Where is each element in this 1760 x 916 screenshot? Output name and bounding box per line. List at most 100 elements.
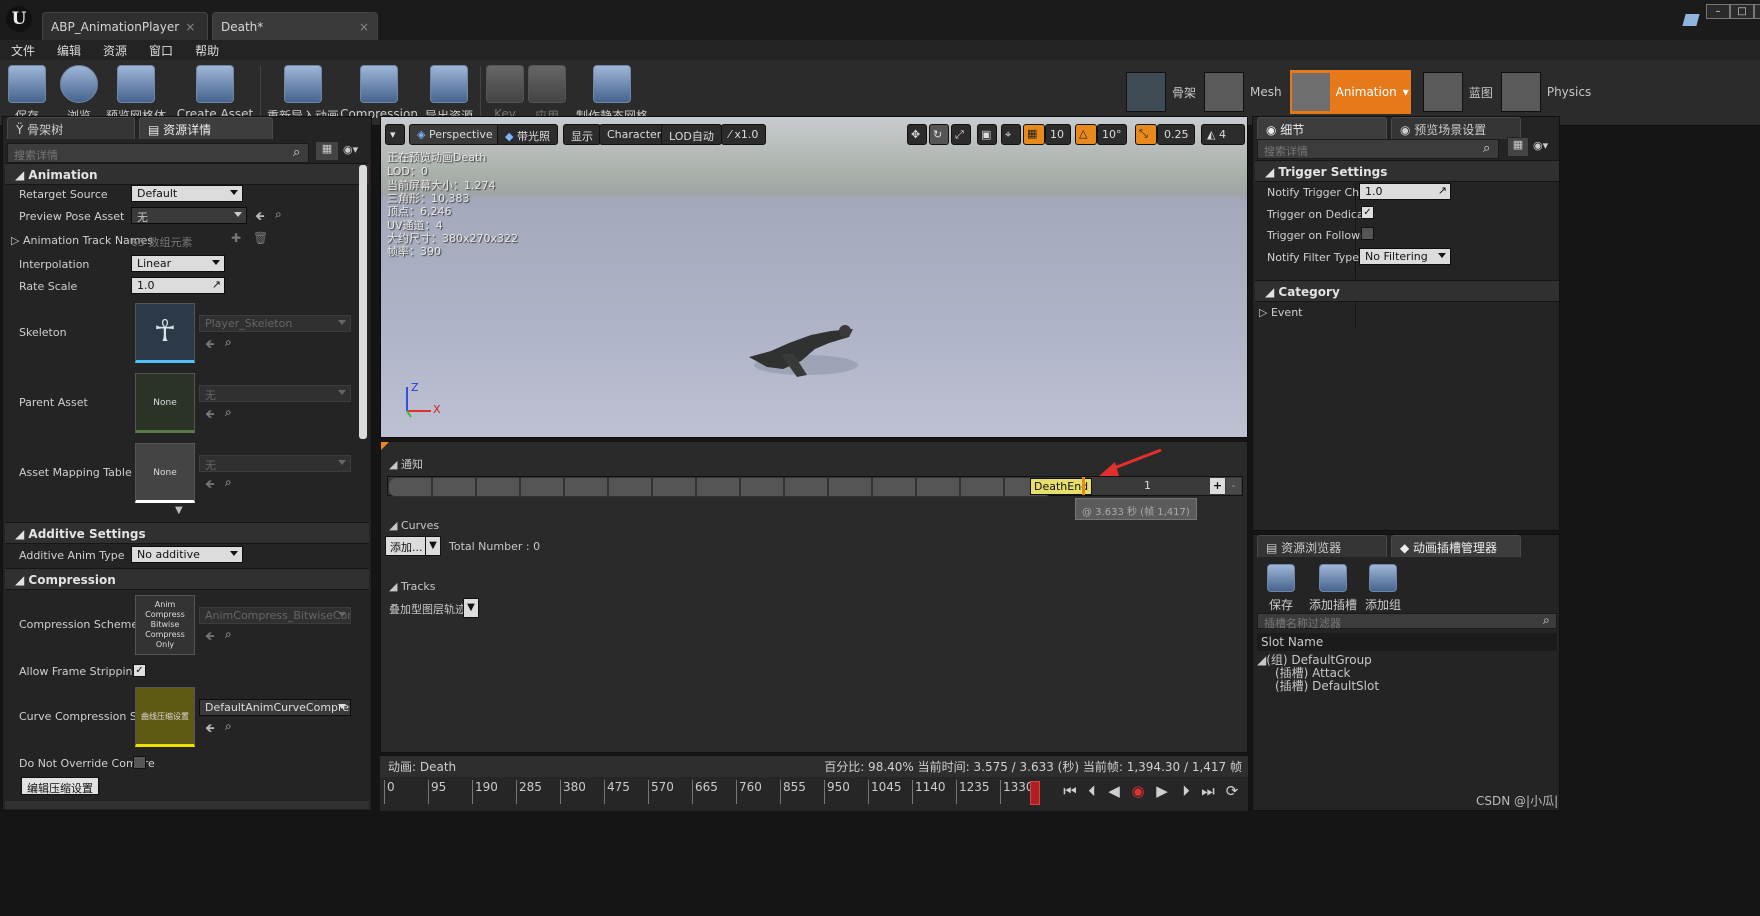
- unreal-logo-icon[interactable]: U: [6, 6, 32, 32]
- notify-marker[interactable]: [1082, 477, 1085, 495]
- browse-magnifier-icon[interactable]: ⌕: [225, 335, 232, 350]
- skeleton-thumbnail[interactable]: ☥: [135, 303, 195, 363]
- drag-handle-icon[interactable]: ↗: [1438, 184, 1447, 197]
- compression-section[interactable]: ◢ Compression: [5, 568, 369, 590]
- mapping-thumbnail[interactable]: None: [135, 443, 195, 503]
- browse-magnifier-icon[interactable]: ⌕: [225, 475, 232, 490]
- parent-asset-thumbnail[interactable]: None: [135, 373, 195, 433]
- details-search-input[interactable]: 搜索详情: [1257, 139, 1499, 159]
- browse-magnifier-icon[interactable]: ⌕: [225, 405, 232, 420]
- add-slot-button[interactable]: 添加插槽: [1307, 561, 1359, 612]
- retarget-source-select[interactable]: Default: [131, 185, 243, 202]
- play-reverse-icon[interactable]: ◀: [1104, 781, 1124, 801]
- jump-to-start-icon[interactable]: ⏮: [1060, 781, 1080, 801]
- tree-item-defaultslot[interactable]: (插槽) DefaultSlot: [1275, 677, 1379, 694]
- add-element-icon[interactable]: ✚: [231, 231, 241, 245]
- curves-header[interactable]: ◢ Curves: [389, 519, 439, 532]
- perspective-button[interactable]: ◈ Perspective: [409, 124, 501, 145]
- preview-pose-select[interactable]: 无: [131, 207, 247, 224]
- close-window-button[interactable]: [1754, 4, 1760, 19]
- tab-asset-details[interactable]: ▤ 资源详情: [139, 117, 273, 139]
- details-search-input[interactable]: 搜索详情: [7, 143, 309, 163]
- use-selected-arrow-icon[interactable]: 🡸: [205, 335, 215, 356]
- browse-button[interactable]: 浏览: [58, 62, 100, 124]
- asset-mapping-select[interactable]: 无: [199, 455, 351, 472]
- scale-icon[interactable]: ⤢: [951, 124, 971, 145]
- feedback-icon[interactable]: [1682, 14, 1700, 26]
- grid-snap-value[interactable]: 10: [1045, 124, 1071, 145]
- tracks-header[interactable]: ◢ Tracks: [389, 580, 435, 593]
- browse-magnifier-icon[interactable]: ⌕: [275, 207, 282, 222]
- key-button[interactable]: Key: [484, 62, 526, 124]
- edit-compression-button[interactable]: 编辑压缩设置: [21, 777, 99, 795]
- step-forward-icon[interactable]: ⏵: [1176, 781, 1196, 801]
- show-button[interactable]: 显示: [563, 124, 601, 145]
- minimize-button[interactable]: –: [1706, 4, 1730, 19]
- mesh-mode-icon[interactable]: [1204, 72, 1245, 112]
- trigger-settings-section[interactable]: ◢ Trigger Settings: [1255, 160, 1559, 182]
- tab-preview-scene[interactable]: ◉ 预览场景设置: [1391, 117, 1521, 139]
- menu-file[interactable]: 文件: [11, 42, 35, 59]
- interpolation-select[interactable]: Linear: [131, 255, 225, 272]
- make-static-mesh-button[interactable]: 制作静态网格体: [572, 62, 652, 140]
- skeleton-mode-label[interactable]: 骨架: [1172, 84, 1196, 101]
- add-track-button[interactable]: +: [1210, 478, 1225, 494]
- use-selected-arrow-icon[interactable]: 🡸: [255, 207, 265, 228]
- rotation-snap-icon[interactable]: △: [1075, 124, 1097, 145]
- compression-scheme-thumbnail[interactable]: Anim Compress Bitwise Compress Only: [135, 595, 195, 655]
- scale-snap-value[interactable]: 0.25: [1157, 124, 1195, 145]
- chevron-down-icon[interactable]: ▾: [1403, 85, 1409, 99]
- override-compression-checkbox[interactable]: [133, 756, 146, 769]
- tab-anim-slot-manager[interactable]: ◆ 动画插槽管理器: [1391, 535, 1521, 557]
- loop-icon[interactable]: ⟳: [1222, 781, 1242, 801]
- tab-death[interactable]: Death* ×: [212, 12, 378, 40]
- drag-handle-icon[interactable]: ↗: [212, 278, 221, 291]
- apply-button[interactable]: 应用: [526, 62, 568, 124]
- skeleton-mode-icon[interactable]: [1126, 72, 1166, 112]
- reimport-button[interactable]: 重新导入动画: [266, 62, 340, 124]
- save-button[interactable]: 保存: [6, 62, 48, 124]
- rotate-icon[interactable]: ↻: [929, 124, 949, 145]
- browse-magnifier-icon[interactable]: ⌕: [225, 719, 232, 734]
- use-selected-arrow-icon[interactable]: 🡸: [205, 627, 215, 648]
- skeleton-select[interactable]: Player_Skeleton: [199, 315, 351, 332]
- browse-magnifier-icon[interactable]: ⌕: [225, 627, 232, 642]
- trigger-dedicated-checkbox[interactable]: ✓: [1361, 206, 1374, 219]
- use-selected-arrow-icon[interactable]: 🡸: [205, 719, 215, 740]
- surface-snap-icon[interactable]: ⌖: [1001, 124, 1021, 145]
- physics-mode-label[interactable]: Physics: [1547, 85, 1591, 99]
- grid-snap-icon[interactable]: ▦: [1023, 124, 1045, 145]
- mesh-mode-label[interactable]: Mesh: [1250, 85, 1282, 99]
- trigger-follower-checkbox[interactable]: [1361, 227, 1374, 240]
- scale-snap-icon[interactable]: ⤡: [1135, 124, 1157, 145]
- add-group-button[interactable]: 添加组: [1363, 561, 1403, 612]
- eye-icon[interactable]: ◉▾: [343, 143, 358, 156]
- export-asset-button[interactable]: 导出资源: [420, 62, 478, 124]
- menu-window[interactable]: 窗口: [149, 42, 173, 59]
- viewport-options-button[interactable]: ▾: [385, 124, 405, 145]
- step-back-icon[interactable]: ⏴: [1082, 781, 1102, 801]
- record-icon[interactable]: ◉: [1128, 781, 1148, 801]
- playhead[interactable]: [1030, 781, 1040, 805]
- use-selected-arrow-icon[interactable]: 🡸: [205, 475, 215, 496]
- parent-asset-select[interactable]: 无: [199, 385, 351, 402]
- scrub-bar[interactable]: 0 95 190 285 380 475 570 665 760 855 950…: [380, 777, 1248, 811]
- rotation-snap-value[interactable]: 10°: [1097, 124, 1127, 145]
- tab-details[interactable]: ◉ 细节: [1257, 117, 1387, 139]
- eye-icon[interactable]: ◉▾: [1533, 139, 1548, 152]
- compression-button[interactable]: Compression: [340, 62, 418, 124]
- jump-to-end-icon[interactable]: ⏭: [1198, 781, 1218, 801]
- event-row[interactable]: ▷ Event: [1259, 306, 1302, 319]
- menu-edit[interactable]: 编辑: [57, 42, 81, 59]
- tab-abp-animationplayer[interactable]: ABP_AnimationPlayer ×: [42, 12, 208, 40]
- additive-type-select[interactable]: No additive: [131, 546, 243, 563]
- physics-mode-icon[interactable]: [1500, 72, 1541, 112]
- menu-asset[interactable]: 资源: [103, 42, 127, 59]
- lit-mode-button[interactable]: ◆ 带光照: [497, 124, 558, 145]
- add-curve-button[interactable]: 添加...: [385, 536, 428, 556]
- maximize-button[interactable]: □: [1730, 4, 1754, 19]
- notify-trigger-chance-input[interactable]: 1.0 ↗: [1359, 183, 1451, 200]
- animation-mode-tab[interactable]: Animation ▾: [1289, 70, 1411, 114]
- chevron-down-icon[interactable]: ▼: [425, 536, 441, 556]
- preview-mesh-button[interactable]: 预览网格体: [106, 62, 166, 124]
